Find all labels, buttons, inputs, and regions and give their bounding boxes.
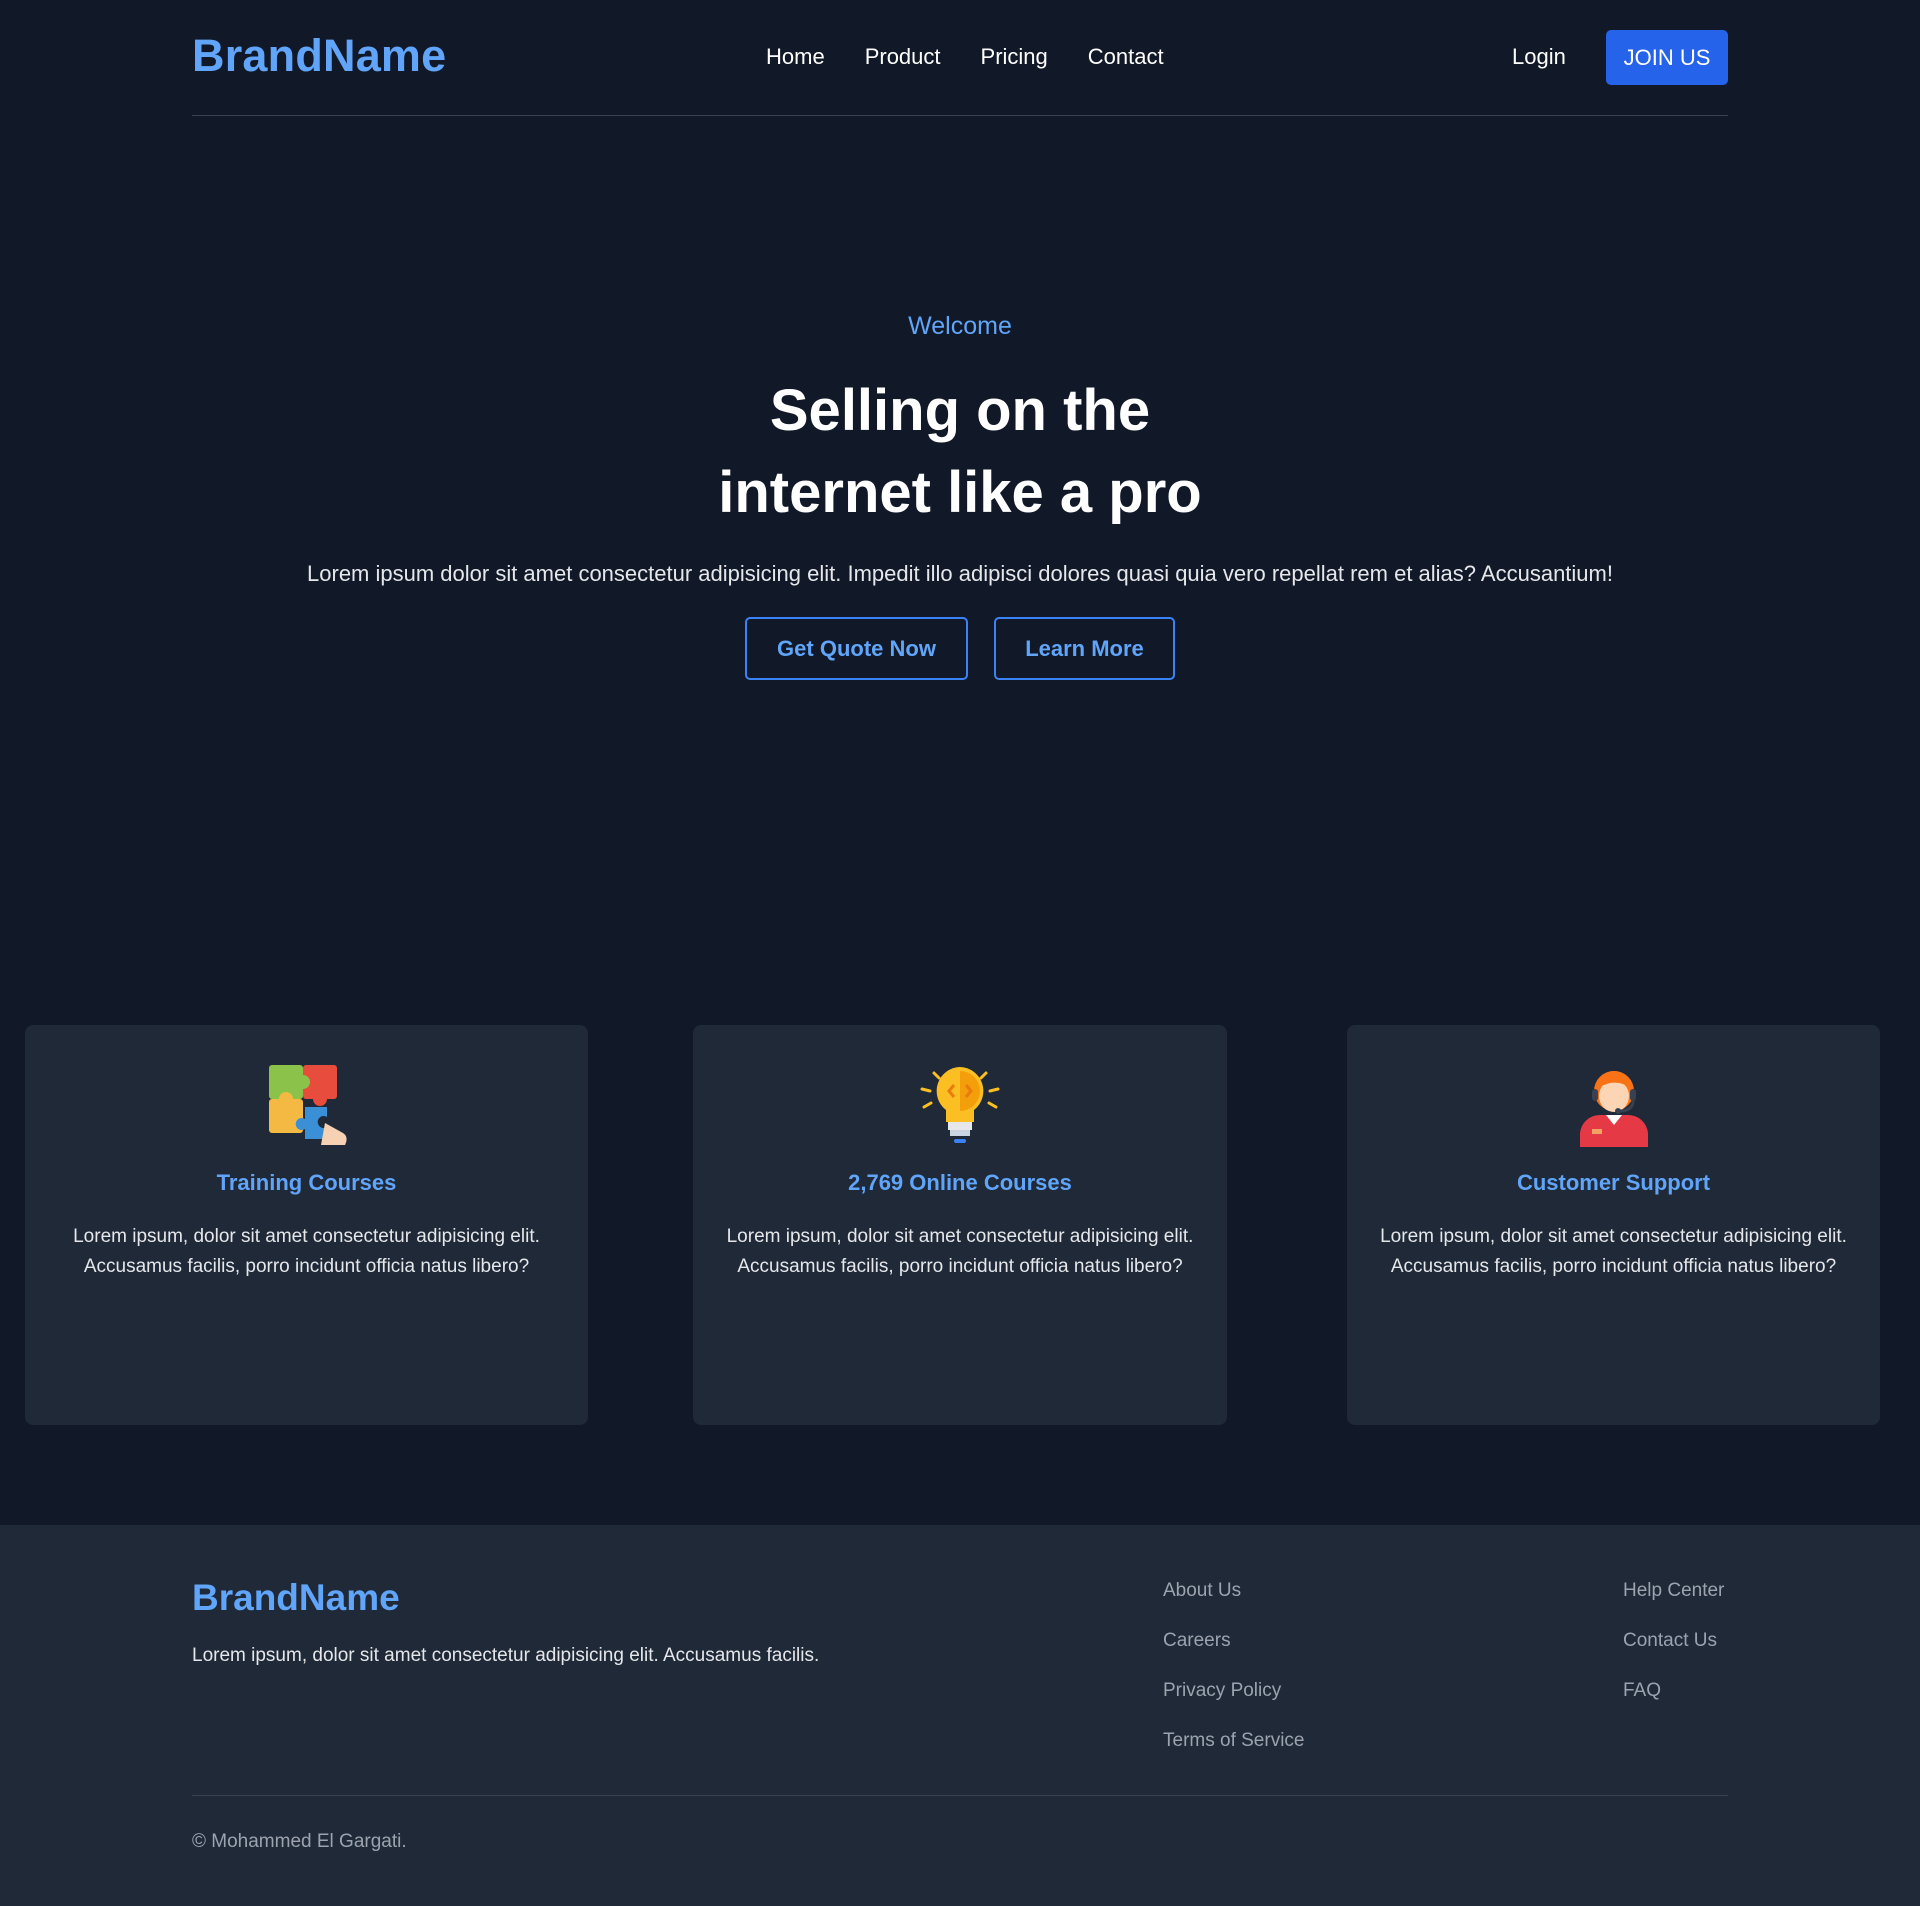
feature-title: 2,769 Online Courses [848, 1170, 1072, 1195]
nav-home[interactable]: Home [766, 44, 825, 70]
footer-links-company: About Us Careers Privacy Policy Terms of… [1163, 1579, 1304, 1779]
lightbulb-icon [920, 1067, 1000, 1143]
footer-link-privacy-policy[interactable]: Privacy Policy [1163, 1679, 1304, 1703]
join-us-button[interactable]: JOIN US [1606, 30, 1728, 85]
feature-card-training: Training Courses Lorem ipsum, dolor sit … [25, 1025, 588, 1425]
footer-tagline: Lorem ipsum, dolor sit amet consectetur … [192, 1645, 820, 1666]
main-nav: Home Product Pricing Contact [766, 44, 1164, 70]
hero-headline-line-2: internet like a pro [718, 460, 1202, 525]
support-agent-icon [1579, 1071, 1648, 1147]
copyright-text: © Mohammed El Gargati. [192, 1831, 407, 1852]
feature-text: Lorem ipsum, dolor sit amet consectetur … [1380, 1226, 1847, 1277]
site-footer: BrandName Lorem ipsum, dolor sit amet co… [0, 1525, 1920, 1906]
feature-card-online-courses: 2,769 Online Courses Lorem ipsum, dolor … [693, 1025, 1227, 1425]
brand-logo[interactable]: BrandName [192, 30, 446, 82]
footer-link-faq[interactable]: FAQ [1623, 1679, 1724, 1703]
feature-title: Training Courses [216, 1170, 397, 1195]
get-quote-button[interactable]: Get Quote Now [745, 617, 968, 680]
feature-text: Lorem ipsum, dolor sit amet consectetur … [726, 1226, 1194, 1277]
footer-link-help-center[interactable]: Help Center [1623, 1579, 1724, 1603]
nav-product[interactable]: Product [865, 44, 941, 70]
hero-description: Lorem ipsum dolor sit amet consectetur a… [307, 561, 1613, 586]
login-link[interactable]: Login [1512, 44, 1566, 70]
footer-brand-logo[interactable]: BrandName [192, 1577, 400, 1619]
footer-divider [192, 1795, 1728, 1796]
learn-more-button[interactable]: Learn More [994, 617, 1175, 680]
footer-link-contact-us[interactable]: Contact Us [1623, 1629, 1724, 1653]
footer-link-careers[interactable]: Careers [1163, 1629, 1304, 1653]
feature-card-customer-support: Customer Support Lorem ipsum, dolor sit … [1347, 1025, 1880, 1425]
footer-links-support: Help Center Contact Us FAQ [1623, 1579, 1724, 1729]
hero-eyebrow: Welcome [908, 312, 1012, 340]
feature-text: Lorem ipsum, dolor sit amet consectetur … [73, 1226, 540, 1277]
site-header: BrandName Home Product Pricing Contact L… [192, 0, 1728, 116]
footer-link-about-us[interactable]: About Us [1163, 1579, 1304, 1603]
nav-pricing[interactable]: Pricing [981, 44, 1048, 70]
hero-headline: Selling on the internet like a pro [560, 370, 1360, 534]
nav-contact[interactable]: Contact [1088, 44, 1164, 70]
footer-link-terms-of-service[interactable]: Terms of Service [1163, 1729, 1304, 1753]
puzzle-icon [268, 1065, 347, 1145]
hero-headline-line-1: Selling on the [769, 378, 1151, 443]
hero-section: Welcome Selling on the internet like a p… [0, 116, 1920, 916]
feature-title: Customer Support [1516, 1170, 1711, 1195]
landing-page: BrandName Home Product Pricing Contact L… [0, 0, 1920, 1906]
